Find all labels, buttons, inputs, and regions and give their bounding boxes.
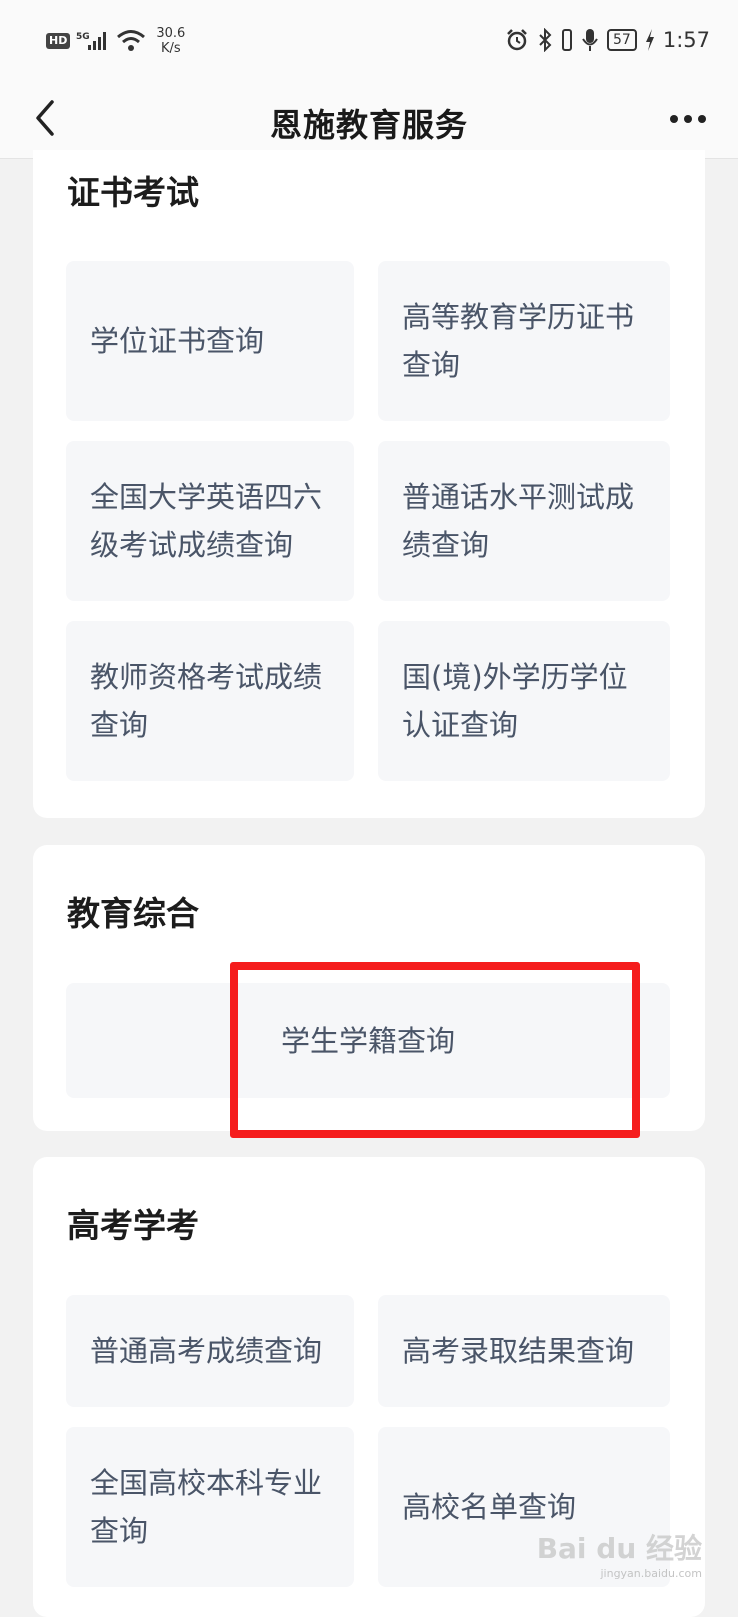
more-icon[interactable] <box>668 104 708 134</box>
battery-level: 57 <box>607 29 637 51</box>
section-title-gaokao: 高考学考 <box>67 1206 199 1245</box>
watermark-brand: Bai du 经验 <box>536 1532 702 1565</box>
tile-undergrad-major[interactable]: 全国高校本科专业查询 <box>66 1427 354 1587</box>
alarm-icon <box>507 29 527 51</box>
net-speed-unit: K/s <box>160 41 181 56</box>
signal-label: 5G <box>76 32 90 42</box>
clock: 1:57 <box>662 28 710 52</box>
tile-cet-score[interactable]: 全国大学英语四六级考试成绩查询 <box>66 441 354 601</box>
status-bar: HD 5G 30.6 K/s 57 1:57 <box>0 0 738 80</box>
net-speed-value: 30.6 <box>156 26 186 41</box>
bluetooth-icon <box>539 28 552 52</box>
tile-putonghua-score[interactable]: 普通话水平测试成绩查询 <box>378 441 670 601</box>
highlight-box <box>230 962 640 1138</box>
tile-higher-edu-cert[interactable]: 高等教育学历证书查询 <box>378 261 670 421</box>
cellular-signal-icon: 5G <box>76 32 107 50</box>
baidu-jingyan-watermark: Bai du 经验 jingyan.baidu.com <box>537 1527 702 1580</box>
microphone-icon <box>582 29 598 51</box>
page-title: 恩施教育服务 <box>269 106 468 144</box>
tile-gaokao-admission[interactable]: 高考录取结果查询 <box>378 1295 670 1407</box>
charging-icon <box>645 29 654 51</box>
tile-foreign-degree-auth[interactable]: 国(境)外学历学位认证查询 <box>378 621 670 781</box>
nav-bar: 恩施教育服务 <box>0 80 738 159</box>
section-cert: 证书考试 学位证书查询 高等教育学历证书查询 全国大学英语四六级考试成绩查询 普… <box>33 150 705 818</box>
tile-degree-cert[interactable]: 学位证书查询 <box>66 261 354 421</box>
hd-badge: HD <box>46 33 71 49</box>
watermark-url: jingyan.baidu.com <box>600 1567 702 1580</box>
network-speed: 30.6 K/s <box>156 26 185 56</box>
section-title-edu: 教育综合 <box>67 894 199 933</box>
tile-gaokao-score[interactable]: 普通高考成绩查询 <box>66 1295 354 1407</box>
vibrate-icon <box>562 29 572 51</box>
section-title-cert: 证书考试 <box>67 173 199 212</box>
tile-teacher-cert-score[interactable]: 教师资格考试成绩查询 <box>66 621 354 781</box>
wifi-icon <box>117 30 146 51</box>
